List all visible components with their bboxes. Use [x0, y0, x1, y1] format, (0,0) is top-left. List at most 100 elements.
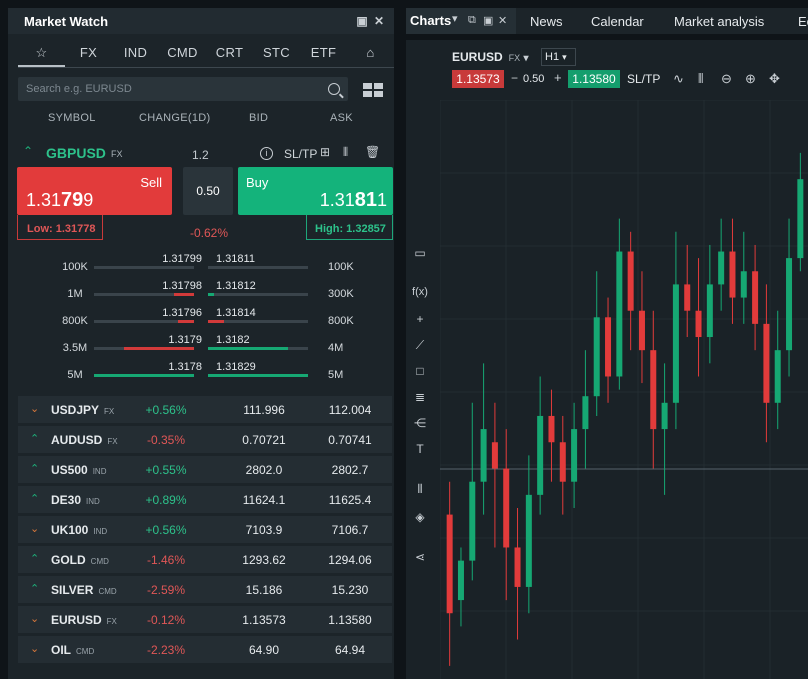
search-input[interactable]: Search e.g. EURUSD — [18, 77, 348, 101]
close-icon[interactable]: ✕ — [372, 14, 386, 28]
col-change[interactable]: CHANGE(1D) — [139, 112, 210, 124]
instrument-ask[interactable]: 15.230 — [314, 583, 386, 597]
trendline-icon[interactable]: ⟋ — [412, 338, 428, 353]
text-icon[interactable]: T — [412, 442, 428, 456]
volume-input[interactable]: 0.50 — [183, 167, 233, 215]
col-bid[interactable]: BID — [249, 112, 268, 124]
tab-education[interactable]: Ec — [798, 14, 808, 29]
candlestick-chart[interactable] — [440, 100, 808, 679]
bars-icon[interactable]: ⫴ — [412, 482, 428, 497]
instrument-ask[interactable]: 1.13580 — [314, 613, 386, 627]
layout-grid-icon[interactable] — [363, 83, 383, 97]
instrument-ask[interactable]: 11625.4 — [314, 493, 386, 507]
instrument-bid[interactable]: 1.13573 — [228, 613, 300, 627]
chart-icon[interactable]: ⫴ — [343, 145, 348, 160]
instrument-row[interactable]: ⌃ AUDUSD FX -0.35% 0.70721 0.70741 — [18, 426, 392, 453]
expanded-symbol[interactable]: GBPUSD — [46, 145, 106, 161]
pitchfork-icon[interactable]: ⋲ — [412, 416, 428, 430]
maximize-icon[interactable]: ▣ — [355, 14, 369, 28]
tab-favorites[interactable]: ☆ — [18, 42, 65, 67]
fibonacci-icon[interactable]: ≣ — [412, 390, 428, 404]
instrument-row[interactable]: ⌃ SILVER CMD -2.59% 15.186 15.230 — [18, 576, 392, 603]
tab-calendar[interactable]: Calendar — [591, 14, 644, 29]
tab-news[interactable]: News — [530, 14, 563, 29]
sltp-button[interactable]: SL/TP — [284, 147, 317, 161]
instrument-bid[interactable]: 11624.1 — [228, 493, 300, 507]
tab-market-analysis[interactable]: Market analysis — [674, 14, 764, 29]
tab-fx[interactable]: FX — [65, 42, 112, 67]
tab-charts[interactable]: Charts ▾ ⧉ ▣ ✕ — [406, 8, 516, 34]
maximize-icon[interactable]: ▣ — [483, 14, 493, 27]
candles-icon[interactable]: ⫴ — [698, 71, 703, 87]
instrument-bid[interactable]: 64.90 — [228, 643, 300, 657]
instrument-bid[interactable]: 2802.0 — [228, 463, 300, 477]
candle-body — [729, 251, 736, 298]
popout-icon[interactable]: ⧉ — [468, 14, 476, 27]
tab-ind[interactable]: IND — [112, 42, 159, 67]
tab-cmd[interactable]: CMD — [159, 42, 206, 67]
instrument-ask[interactable]: 112.004 — [314, 403, 386, 417]
tab-store[interactable]: ⌂ — [347, 42, 394, 67]
info-icon[interactable]: i — [260, 147, 273, 160]
pan-icon[interactable]: ✥ — [769, 71, 780, 87]
chevron-up-icon[interactable]: ⌃ — [30, 582, 39, 595]
candle-body — [661, 402, 668, 430]
instrument-ask[interactable]: 2802.7 — [314, 463, 386, 477]
zoom-out-icon[interactable]: ⊖ — [721, 71, 732, 87]
chevron-up-icon[interactable]: ⌃ — [30, 552, 39, 565]
instrument-ask[interactable]: 7106.7 — [314, 523, 386, 537]
rectangle-icon[interactable]: □ — [412, 364, 428, 378]
chevron-up-icon[interactable]: ⌃ — [23, 144, 33, 158]
close-icon[interactable]: ✕ — [498, 14, 507, 27]
line-chart-icon[interactable]: ∿ — [673, 71, 684, 87]
instrument-row[interactable]: ⌄ OIL CMD -2.23% 64.90 64.94 — [18, 636, 392, 663]
tab-etf[interactable]: ETF — [300, 42, 347, 67]
instrument-row[interactable]: ⌃ GOLD CMD -1.46% 1293.62 1294.06 — [18, 546, 392, 573]
instrument-ask[interactable]: 64.94 — [314, 643, 386, 657]
instrument-bid[interactable]: 7103.9 — [228, 523, 300, 537]
instrument-ask[interactable]: 1294.06 — [314, 553, 386, 567]
instrument-ask[interactable]: 0.70741 — [314, 433, 386, 447]
chart-symbol[interactable]: EURUSD FX ▾ — [452, 50, 529, 64]
instrument-bid[interactable]: 15.186 — [228, 583, 300, 597]
chevron-down-icon[interactable]: ⌄ — [30, 522, 39, 535]
col-ask[interactable]: ASK — [330, 112, 353, 124]
instrument-row[interactable]: ⌃ DE30 IND +0.89% 11624.1 11625.4 — [18, 486, 392, 513]
chevron-down-icon[interactable]: ⌄ — [30, 402, 39, 415]
layout-icon[interactable]: ▭ — [412, 246, 428, 260]
instrument-bid[interactable]: 1293.62 — [228, 553, 300, 567]
instrument-row[interactable]: ⌃ US500 IND +0.55% 2802.0 2802.7 — [18, 456, 392, 483]
instrument-row[interactable]: ⌄ UK100 IND +0.56% 7103.9 7106.7 — [18, 516, 392, 543]
indicator-icon[interactable]: f(x) — [412, 286, 428, 298]
search-icon[interactable] — [328, 83, 340, 95]
chevron-up-icon[interactable]: ⌃ — [30, 432, 39, 445]
chart-sell-button[interactable]: 1.13573 — [452, 70, 504, 88]
timeframe-select[interactable]: H1 ▾ — [541, 48, 576, 66]
instrument-row[interactable]: ⌄ EURUSD FX -0.12% 1.13573 1.13580 — [18, 606, 392, 633]
col-symbol[interactable]: SYMBOL — [48, 112, 96, 124]
trash-icon[interactable]: 🗑 — [365, 145, 380, 159]
instrument-bid[interactable]: 111.996 — [228, 403, 300, 417]
layers-icon[interactable]: ◈ — [412, 510, 428, 524]
dropdown-icon[interactable]: ▾ — [452, 12, 458, 25]
chart-volume[interactable]: 0.50 — [523, 73, 544, 85]
chevron-down-icon[interactable]: ⌄ — [30, 642, 39, 655]
tab-crt[interactable]: CRT — [206, 42, 253, 67]
chevron-up-icon[interactable]: ⌃ — [30, 462, 39, 475]
chevron-up-icon[interactable]: ⌃ — [30, 492, 39, 505]
volume-increase[interactable]: + — [554, 70, 562, 85]
buy-button[interactable]: Buy 1.31811 — [238, 167, 393, 215]
crosshair-icon[interactable]: + — [412, 312, 428, 326]
add-icon[interactable]: ⊞ — [320, 145, 330, 159]
zoom-in-icon[interactable]: ⊕ — [745, 71, 756, 87]
volume-decrease[interactable]: − — [511, 71, 518, 85]
instrument-bid[interactable]: 0.70721 — [228, 433, 300, 447]
chart-buy-button[interactable]: 1.13580 — [568, 70, 620, 88]
instrument-row[interactable]: ⌄ USDJPY FX +0.56% 111.996 112.004 — [18, 396, 392, 423]
chart-sltp-button[interactable]: SL/TP — [627, 72, 660, 86]
chevron-down-icon[interactable]: ⌄ — [30, 612, 39, 625]
tab-stc[interactable]: STC — [253, 42, 300, 67]
sell-button[interactable]: Sell 1.31799 — [17, 167, 172, 215]
share-icon[interactable]: ⋖ — [412, 550, 428, 564]
panel-divider[interactable] — [394, 0, 406, 679]
